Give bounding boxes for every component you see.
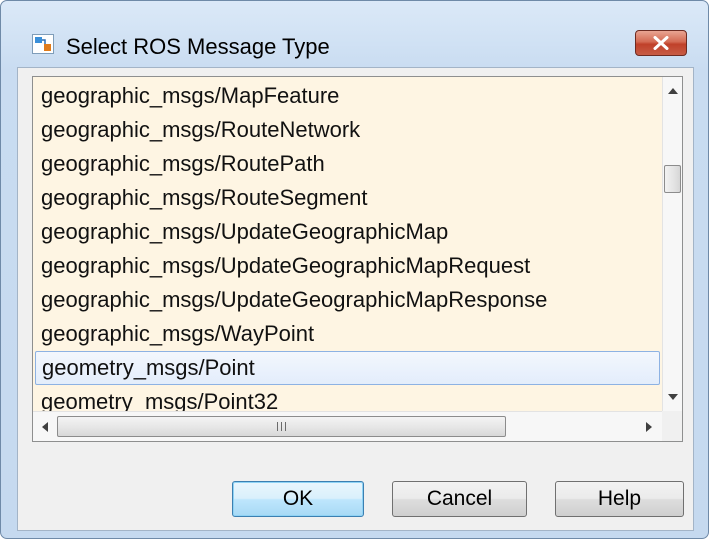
list-item[interactable]: geographic_msgs/RouteSegment [35,181,660,215]
thumb-grip [281,422,282,431]
scroll-up-arrow-icon [668,88,678,94]
scroll-down-button[interactable] [663,387,682,407]
list-item[interactable]: geographic_msgs/RoutePath [35,147,660,181]
ros-app-icon [32,34,54,54]
dialog-body: geographic_msgs/MapFeature geographic_ms… [17,67,694,531]
vertical-scrollbar[interactable] [662,77,682,411]
list-item[interactable]: geographic_msgs/UpdateGeographicMapReque… [35,249,660,283]
horizontal-scrollbar[interactable] [33,411,662,441]
message-type-list[interactable]: geographic_msgs/MapFeature geographic_ms… [32,76,683,442]
help-button[interactable]: Help [555,481,684,517]
scroll-up-button[interactable] [663,81,682,101]
scroll-left-arrow-icon [42,421,48,432]
list-item[interactable]: geographic_msgs/WayPoint [35,317,660,351]
close-icon [653,36,669,50]
list-item[interactable]: geographic_msgs/UpdateGeographicMapRespo… [35,283,660,317]
thumb-grip [285,422,286,431]
horizontal-scroll-thumb[interactable] [57,416,506,437]
title-bar[interactable]: Select ROS Message Type [1,1,708,67]
list-item[interactable]: geographic_msgs/UpdateGeographicMap [35,215,660,249]
list-viewport: geographic_msgs/MapFeature geographic_ms… [33,77,662,411]
list-item-selected[interactable]: geometry_msgs/Point [35,351,660,385]
list-item[interactable]: geographic_msgs/RouteNetwork [35,113,660,147]
dialog-window: Select ROS Message Type geographic_msgs/… [0,0,709,539]
scroll-left-button[interactable] [35,412,55,441]
close-button[interactable] [635,30,687,56]
vertical-scroll-thumb[interactable] [664,165,681,193]
scroll-right-arrow-icon [646,421,652,432]
scroll-right-button[interactable] [639,412,659,441]
scroll-down-arrow-icon [668,394,678,400]
window-title: Select ROS Message Type [66,34,330,59]
scrollbar-corner [662,411,682,441]
list-item[interactable]: geographic_msgs/MapFeature [35,79,660,113]
thumb-grip [277,422,278,431]
ok-button[interactable]: OK [232,481,364,517]
list-item[interactable]: geometry_msgs/Point32 [35,385,660,411]
cancel-button[interactable]: Cancel [392,481,527,517]
